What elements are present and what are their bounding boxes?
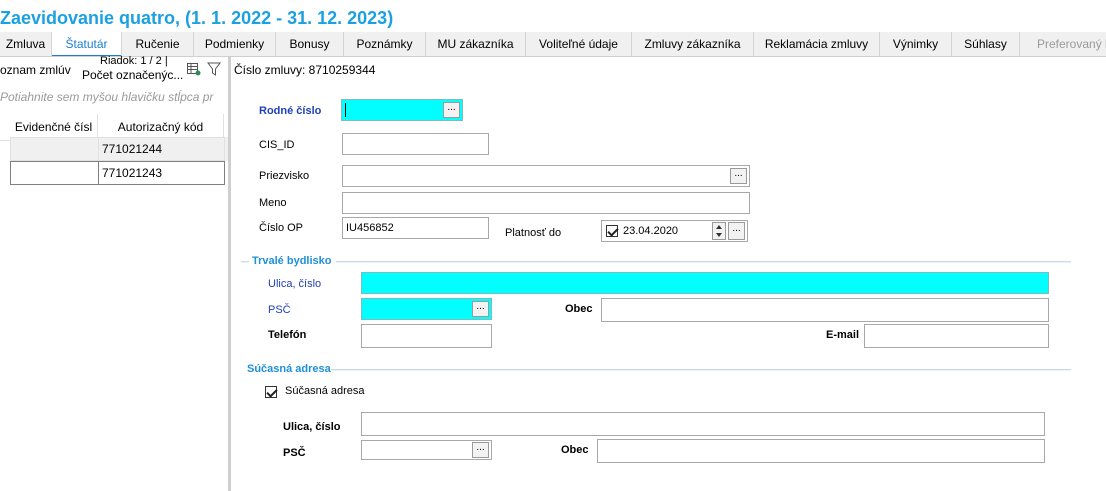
checkmark-icon bbox=[607, 225, 619, 237]
text-cursor bbox=[345, 103, 346, 117]
trvale-psc-field[interactable]: ... bbox=[361, 298, 492, 320]
platnost-do-field[interactable]: 23.04.2020 ... bbox=[601, 220, 748, 242]
filter-icon[interactable] bbox=[207, 62, 221, 76]
tab-statutar[interactable]: Štatutár bbox=[52, 32, 122, 56]
tab-strip: Zmluva Štatutár Ručenie Podmienky Bonusy… bbox=[0, 32, 1106, 57]
tab-reklamacia-zmluvy[interactable]: Reklamácia zmluvy bbox=[754, 32, 880, 56]
section-divider bbox=[331, 369, 1071, 371]
meno-label: Meno bbox=[259, 197, 287, 209]
checkmark-icon bbox=[266, 386, 278, 398]
telefon-field[interactable] bbox=[361, 324, 492, 348]
grid-settings-icon[interactable] bbox=[187, 62, 201, 76]
tab-preferovany[interactable]: Preferovaný k bbox=[1020, 32, 1106, 56]
cislo-op-label: Číslo OP bbox=[259, 222, 304, 234]
priezvisko-label: Priezvisko bbox=[259, 170, 310, 182]
tab-mu-zakaznika[interactable]: MU zákazníka bbox=[426, 32, 526, 56]
tab-zmluvy-zakaznika[interactable]: Zmluvy zákazníka bbox=[632, 32, 754, 56]
sucasna-psc-field[interactable]: ... bbox=[361, 440, 492, 460]
marked-count-label: Počet označenýc... bbox=[82, 68, 184, 82]
tab-vynimky[interactable]: Výnimky bbox=[880, 32, 952, 56]
tab-zmluva[interactable]: Zmluva bbox=[0, 32, 52, 56]
priezvisko-lookup-button[interactable]: ... bbox=[730, 168, 747, 184]
cell-autorizacny: 771021243 bbox=[98, 161, 225, 185]
tab-podmienky[interactable]: Podmienky bbox=[194, 32, 276, 56]
telefon-label: Telefón bbox=[268, 329, 307, 341]
trvale-ulica-field[interactable] bbox=[361, 272, 1049, 294]
platnost-do-value: 23.04.2020 bbox=[623, 225, 679, 237]
sucasna-adresa-title: Súčasná adresa bbox=[247, 363, 331, 375]
priezvisko-field[interactable]: ... bbox=[342, 165, 750, 187]
cis-id-field[interactable] bbox=[342, 133, 489, 155]
trvale-obec-label: Obec bbox=[565, 303, 593, 315]
row-indicator: Riadok: 1 / 2 | bbox=[100, 55, 168, 67]
meno-field[interactable] bbox=[342, 192, 750, 214]
sucasna-ulica-label: Ulica, číslo bbox=[283, 421, 341, 433]
rodne-cislo-field[interactable]: ... bbox=[341, 99, 463, 121]
trvale-psc-lookup-button[interactable]: ... bbox=[472, 301, 489, 317]
platnost-do-checkbox[interactable] bbox=[606, 225, 619, 237]
platnost-do-label: Platnosť do bbox=[505, 227, 562, 239]
sucasna-obec-label: Obec bbox=[561, 444, 589, 456]
sucasna-psc-lookup-button[interactable]: ... bbox=[472, 442, 489, 458]
window-title: Zaevidovanie quatro, (1. 1. 2022 - 31. 1… bbox=[0, 8, 394, 28]
sucasna-ulica-field[interactable] bbox=[361, 412, 1045, 436]
sucasna-obec-field[interactable] bbox=[597, 439, 1045, 463]
tab-volitelne-udaje[interactable]: Voliteľné údaje bbox=[526, 32, 632, 56]
tab-poznamky[interactable]: Poznámky bbox=[344, 32, 426, 56]
statutar-form: Číslo zmluvy: 8710259344 Rodné číslo ...… bbox=[231, 57, 1106, 491]
section-divider bbox=[336, 261, 1071, 263]
date-spin-button[interactable] bbox=[712, 222, 726, 240]
email-field[interactable] bbox=[864, 324, 1049, 348]
trvale-bydlisko-title: Trvalé bydlisko bbox=[252, 255, 332, 267]
cell-evidencne bbox=[10, 161, 99, 185]
email-label: E-mail bbox=[826, 329, 860, 341]
section-divider bbox=[241, 261, 249, 263]
cis-id-label: CIS_ID bbox=[259, 139, 295, 151]
trvale-psc-label: PSČ bbox=[268, 304, 291, 316]
table-row[interactable]: 771021244 bbox=[10, 137, 228, 161]
tab-suhlasy[interactable]: Súhlasy bbox=[952, 32, 1020, 56]
contract-list-panel: oznam zmlúv Riadok: 1 / 2 | Počet označe… bbox=[0, 55, 228, 491]
group-by-hint: Potiahnite sem myšou hlavičku stĺpca pr bbox=[0, 90, 214, 104]
trvale-ulica-label: Ulica, číslo bbox=[268, 278, 322, 290]
trvale-obec-field[interactable] bbox=[601, 298, 1049, 322]
date-picker-button[interactable]: ... bbox=[728, 222, 745, 240]
table-row[interactable]: 771021243 bbox=[10, 161, 228, 185]
tab-bonusy[interactable]: Bonusy bbox=[276, 32, 344, 56]
rodne-cislo-label: Rodné číslo bbox=[259, 105, 322, 117]
sucasna-psc-label: PSČ bbox=[283, 447, 306, 459]
contract-number: Číslo zmluvy: 8710259344 bbox=[234, 63, 376, 77]
sucasna-adresa-checkbox[interactable] bbox=[265, 386, 278, 398]
contract-list-label: oznam zmlúv bbox=[0, 63, 71, 77]
tab-rucenie[interactable]: Ručenie bbox=[122, 32, 194, 56]
rodne-cislo-lookup-button[interactable]: ... bbox=[443, 102, 460, 118]
cell-evidencne bbox=[10, 137, 99, 161]
sucasna-adresa-checkbox-label[interactable]: Súčasná adresa bbox=[285, 385, 365, 397]
cislo-op-field[interactable]: IU456852 bbox=[342, 217, 489, 239]
cell-autorizacny: 771021244 bbox=[98, 137, 225, 161]
